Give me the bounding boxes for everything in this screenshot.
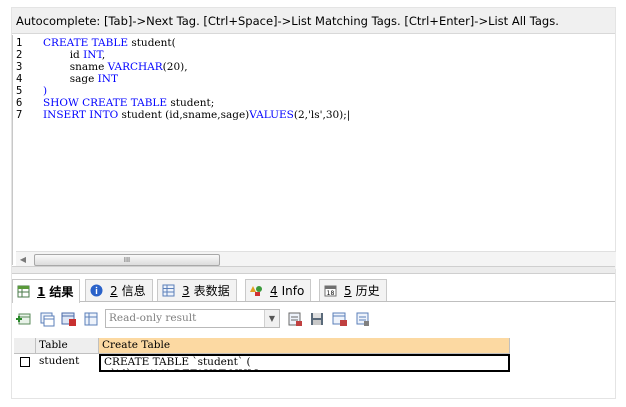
table-data-icon (162, 284, 175, 297)
result-toolbar: Read-only result ▼ (12, 305, 615, 335)
scroll-left-icon[interactable]: ◀ (18, 255, 28, 265)
line-number: 7 (16, 109, 23, 121)
export-icon[interactable] (287, 311, 303, 327)
line-number: 3 (16, 61, 23, 73)
tab-number: 2 (110, 283, 118, 298)
duplicate-row-icon[interactable] (39, 311, 55, 327)
sql-code[interactable]: CREATE TABLE student( id INT, sname VARC… (43, 37, 350, 121)
save-changes-icon[interactable] (83, 311, 99, 327)
tab-label: Info (281, 283, 305, 298)
sql-text: (20), (162, 61, 188, 73)
code-line[interactable]: CREATE TABLE student( (43, 37, 350, 49)
scroll-thumb-grip: III (123, 256, 131, 264)
result-mode-value: Read-only result (109, 312, 197, 324)
line-number: 4 (16, 73, 23, 85)
sql-keyword: VARCHAR (107, 61, 163, 73)
column-header-label: Create Table (102, 339, 171, 351)
cell-create-table[interactable]: CREATE TABLE `student` ( `id` int(11) DE… (99, 354, 510, 372)
code-line[interactable]: SHOW CREATE TABLE student; (43, 97, 350, 109)
sql-text: student (id,sname,sage) (118, 109, 250, 121)
tab-number: 4 (270, 283, 278, 298)
chevron-down-icon[interactable]: ▼ (264, 310, 279, 327)
sql-text: (2,'ls',30);| (293, 109, 351, 121)
info-icon (90, 284, 103, 297)
code-line[interactable]: sage INT (43, 73, 350, 85)
query-window: Autocomplete: [Tab]->Next Tag. [Ctrl+Spa… (12, 8, 616, 398)
svg-text:18: 18 (327, 290, 335, 297)
result-grid: Table Create Table student CREATE TABLE … (14, 338, 510, 374)
code-line[interactable]: ) (43, 85, 350, 97)
results-grid-icon (17, 285, 30, 298)
row-checkbox-cell[interactable] (14, 354, 36, 372)
tab-label: 表数据 (193, 284, 230, 298)
column-header-table[interactable]: Table (36, 338, 99, 354)
grid-header: Table Create Table (14, 338, 510, 354)
sql-keyword: SHOW CREATE TABLE (43, 97, 168, 109)
save-icon[interactable] (309, 311, 325, 327)
sql-text: student; (167, 97, 215, 109)
tab-number: 5 (344, 283, 352, 298)
code-line[interactable]: id INT, (43, 49, 350, 61)
code-line[interactable]: sname VARCHAR(20), (43, 61, 350, 73)
column-header-label: Table (39, 339, 68, 351)
sql-keyword: ) (43, 85, 48, 97)
cell-table[interactable]: student (36, 354, 99, 372)
cell-value: student (39, 355, 80, 367)
line-number: 5 (16, 85, 23, 97)
tab-table-data[interactable]: 3 表数据 (157, 279, 237, 301)
sql-text: sage (43, 73, 98, 85)
scroll-thumb[interactable]: III (34, 254, 220, 266)
tab-history[interactable]: 18 5 历史 (319, 279, 387, 301)
sql-text: sname (43, 61, 108, 73)
row-checkbox[interactable] (20, 357, 30, 367)
calendar-icon: 18 (324, 284, 337, 297)
line-number: 6 (16, 97, 23, 109)
table-row[interactable]: student CREATE TABLE `student` ( `id` in… (14, 354, 510, 372)
sql-keyword: INSERT INTO (43, 109, 119, 121)
sql-text: , (101, 49, 106, 61)
sql-text: student( (127, 37, 176, 49)
line-number: 2 (16, 49, 23, 61)
line-number-gutter: 1234567 (16, 37, 40, 121)
column-header-create-table[interactable]: Create Table (99, 338, 510, 354)
tab-results[interactable]: 1 结果 (12, 279, 81, 303)
shapes-icon (250, 284, 263, 297)
form-view-icon[interactable] (332, 311, 348, 327)
sql-keyword: INT (97, 73, 118, 85)
sql-keyword: INT (83, 49, 102, 61)
sql-editor[interactable]: 1234567 CREATE TABLE student( id INT, sn… (12, 35, 616, 269)
add-row-icon[interactable] (16, 311, 32, 327)
sql-keyword: VALUES (249, 109, 294, 121)
text-view-icon[interactable] (355, 311, 371, 327)
tab-messages[interactable]: 2 信息 (85, 279, 153, 301)
tab-label: 历史 (355, 284, 380, 298)
row-selector-header[interactable] (14, 338, 36, 354)
tab-label: 信息 (121, 284, 146, 298)
sql-keyword: CREATE TABLE (43, 37, 128, 49)
tab-number: 3 (182, 283, 190, 298)
tab-info[interactable]: 4 Info (245, 279, 312, 301)
autocomplete-hint-text: Autocomplete: [Tab]->Next Tag. [Ctrl+Spa… (16, 13, 559, 28)
delete-row-icon[interactable] (61, 311, 77, 327)
result-mode-select[interactable]: Read-only result ▼ (105, 309, 280, 328)
sql-text: id (43, 49, 84, 61)
pane-splitter[interactable] (12, 266, 615, 274)
line-number: 1 (16, 37, 23, 49)
cell-value: CREATE TABLE `student` ( `id` int(11) DE… (104, 356, 265, 370)
autocomplete-hint-bar: Autocomplete: [Tab]->Next Tag. [Ctrl+Spa… (12, 8, 615, 34)
tab-label: 结果 (49, 285, 74, 299)
result-tabs: 1 结果 2 信息 3 表数据 4 Info 18 5 历史 (12, 278, 615, 303)
code-line[interactable]: INSERT INTO student (id,sname,sage)VALUE… (43, 109, 350, 121)
tab-number: 1 (37, 284, 46, 299)
